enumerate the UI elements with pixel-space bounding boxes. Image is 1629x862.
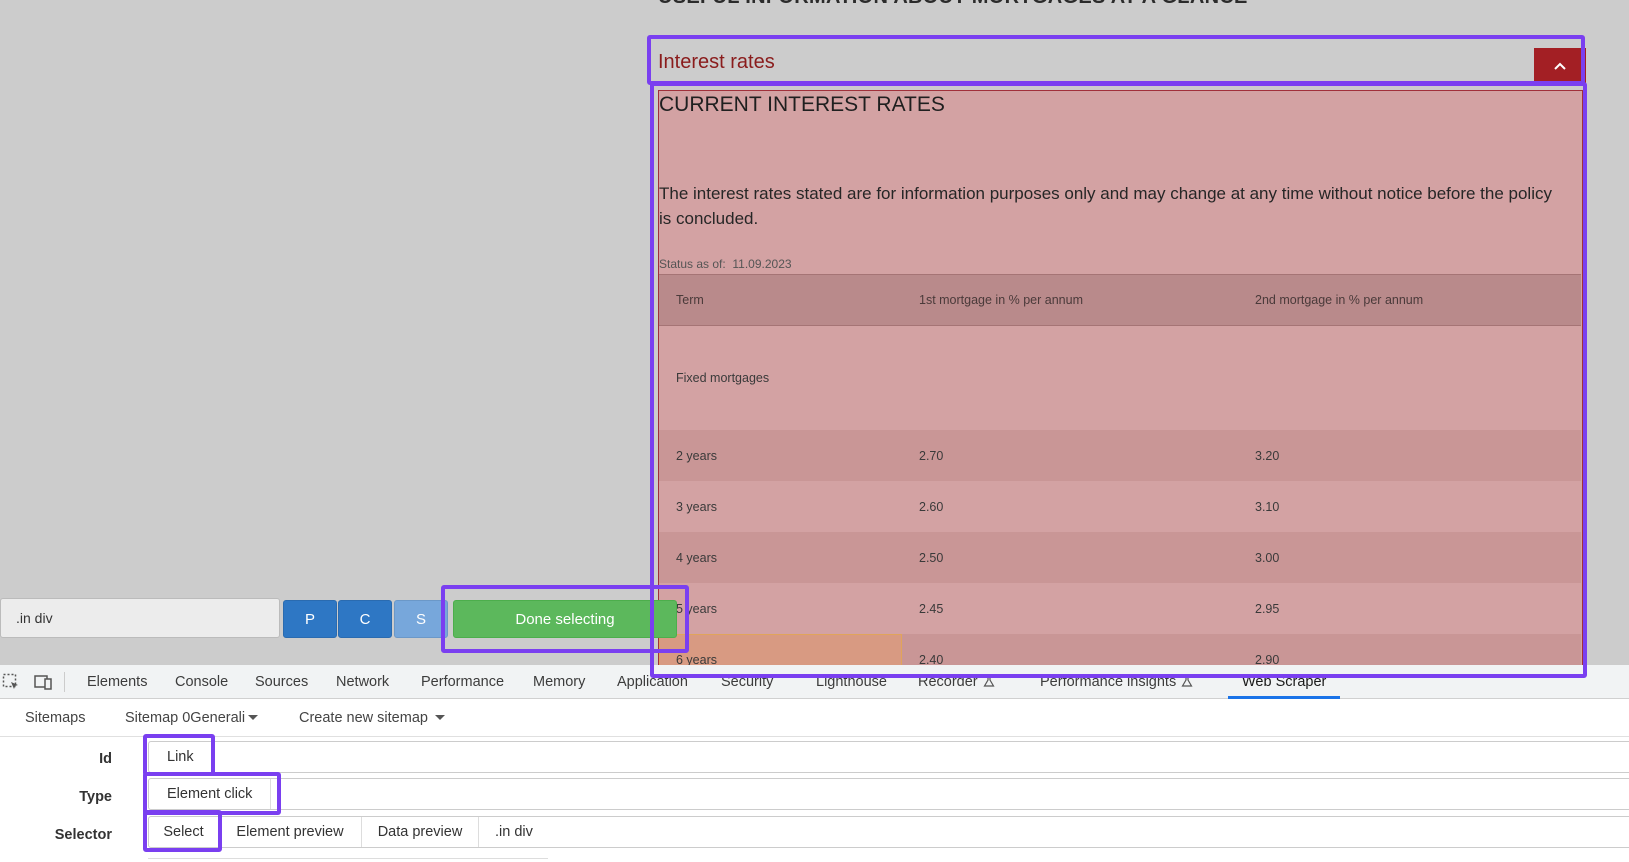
cell-term: 4 years [676, 550, 717, 565]
devtools-tab-bar: Elements Console Sources Network Perform… [0, 665, 1629, 699]
cell-first: 2.45 [919, 601, 944, 616]
type-field[interactable]: Element click [148, 778, 1629, 810]
caret-down-icon [248, 715, 259, 720]
table-row: 5 years 2.45 2.95 [659, 583, 1581, 634]
section-heading: USEFUL INFORMATION ABOUT MORTGAGES AT A … [658, 0, 1248, 9]
rates-description: The interest rates stated are for inform… [659, 184, 1552, 228]
status-date: 11.09.2023 [732, 257, 792, 271]
group-label: Fixed mortgages [676, 371, 770, 385]
selector-input[interactable]: .in div [0, 598, 280, 638]
table-row: 4 years 2.50 3.00 [659, 532, 1581, 583]
id-label: Id [99, 751, 112, 767]
tab-memory[interactable]: Memory [533, 674, 585, 690]
next-row-edge [148, 858, 548, 862]
caret-down-icon [434, 715, 445, 720]
selector-value[interactable]: .in div [495, 817, 533, 847]
cell-second: 2.95 [1255, 601, 1280, 616]
chevron-up-icon [1554, 62, 1566, 70]
accordion-collapse-button[interactable] [1534, 48, 1586, 84]
cell-first: 2.40 [919, 652, 944, 666]
type-value: Element click [149, 779, 272, 809]
select-mode-button[interactable]: S [394, 600, 448, 638]
tab-performance[interactable]: Performance [421, 674, 504, 690]
table-row: 6 years 2.40 2.90 [659, 634, 1581, 665]
cell-first: 2.70 [919, 448, 944, 463]
cell-second: 3.20 [1255, 448, 1280, 463]
select-button[interactable]: Select [149, 817, 219, 847]
done-selecting-button[interactable]: Done selecting [453, 600, 677, 638]
id-field[interactable]: Link [148, 741, 1629, 773]
child-button[interactable]: C [338, 600, 392, 638]
cell-first: 2.60 [919, 499, 944, 514]
experimental-flask-icon [983, 675, 995, 687]
parent-button[interactable]: P [283, 600, 337, 638]
tab-performance-insights[interactable]: Performance insights [1040, 674, 1193, 690]
tab-performance-insights-label: Performance insights [1040, 674, 1177, 690]
table-group-row: Fixed mortgages [659, 326, 1581, 430]
cell-term: 6 years [676, 652, 717, 666]
devtools-panel: Elements Console Sources Network Perform… [0, 665, 1629, 862]
id-value: Link [149, 742, 213, 772]
tab-elements[interactable]: Elements [87, 674, 147, 690]
device-toolbar-icon[interactable] [34, 673, 52, 691]
nav-sitemap-label: Sitemap 0Generali [125, 710, 246, 726]
header-second-mortgage: 2nd mortgage in % per annum [1255, 293, 1424, 307]
tab-lighthouse[interactable]: Lighthouse [816, 674, 887, 690]
web-scraper-nav: Sitemaps Sitemap 0Generali Create new si… [0, 699, 1629, 737]
accordion-header-interest-rates[interactable]: Interest rates [650, 38, 1586, 84]
experimental-flask-icon [1181, 675, 1193, 687]
selector-field-group: Select Element preview Data preview .in … [148, 816, 1629, 848]
header-first-mortgage: 1st mortgage in % per annum [919, 293, 1083, 307]
tab-application[interactable]: Application [617, 674, 688, 690]
tab-sources[interactable]: Sources [255, 674, 308, 690]
cell-term: 3 years [676, 499, 717, 514]
webpage-viewport: USEFUL INFORMATION ABOUT MORTGAGES AT A … [0, 0, 1629, 665]
tab-web-scraper[interactable]: Web Scraper [1242, 674, 1326, 690]
tab-separator [64, 672, 65, 692]
cell-term: 2 years [676, 448, 717, 463]
type-label: Type [79, 789, 112, 805]
rates-title: CURRENT INTEREST RATES [659, 93, 945, 116]
status-line: Status as of: 11.09.2023 [659, 257, 792, 271]
inspect-element-icon[interactable] [2, 673, 20, 691]
cell-first: 2.50 [919, 550, 944, 565]
element-preview-button[interactable]: Element preview [219, 817, 362, 847]
tab-recorder-label: Recorder [918, 674, 978, 690]
tab-console[interactable]: Console [175, 674, 228, 690]
cell-term: 5 years [676, 601, 717, 616]
accordion-title: Interest rates [658, 51, 775, 73]
cell-second: 3.10 [1255, 499, 1280, 514]
table-row: 3 years 2.60 3.10 [659, 481, 1581, 532]
interest-rates-table: Term 1st mortgage in % per annum 2nd mor… [659, 274, 1581, 665]
accordion-content-highlighted: CURRENT INTEREST RATES The interest rate… [658, 90, 1583, 665]
table-header-row: Term 1st mortgage in % per annum 2nd mor… [659, 274, 1581, 326]
nav-create-label: Create new sitemap [299, 710, 428, 726]
cell-second: 3.00 [1255, 550, 1280, 565]
nav-sitemap-dropdown[interactable]: Sitemap 0Generali [125, 710, 259, 726]
nav-sitemaps[interactable]: Sitemaps [25, 710, 85, 726]
status-label: Status as of: [659, 257, 726, 271]
tab-security[interactable]: Security [721, 674, 773, 690]
header-term: Term [676, 293, 704, 307]
cell-second: 2.90 [1255, 652, 1280, 666]
table-row: 2 years 2.70 3.20 [659, 430, 1581, 481]
nav-create-sitemap-dropdown[interactable]: Create new sitemap [299, 710, 445, 726]
data-preview-button[interactable]: Data preview [362, 817, 479, 847]
tab-network[interactable]: Network [336, 674, 389, 690]
selector-label: Selector [54, 827, 112, 843]
tab-recorder[interactable]: Recorder [918, 674, 995, 690]
